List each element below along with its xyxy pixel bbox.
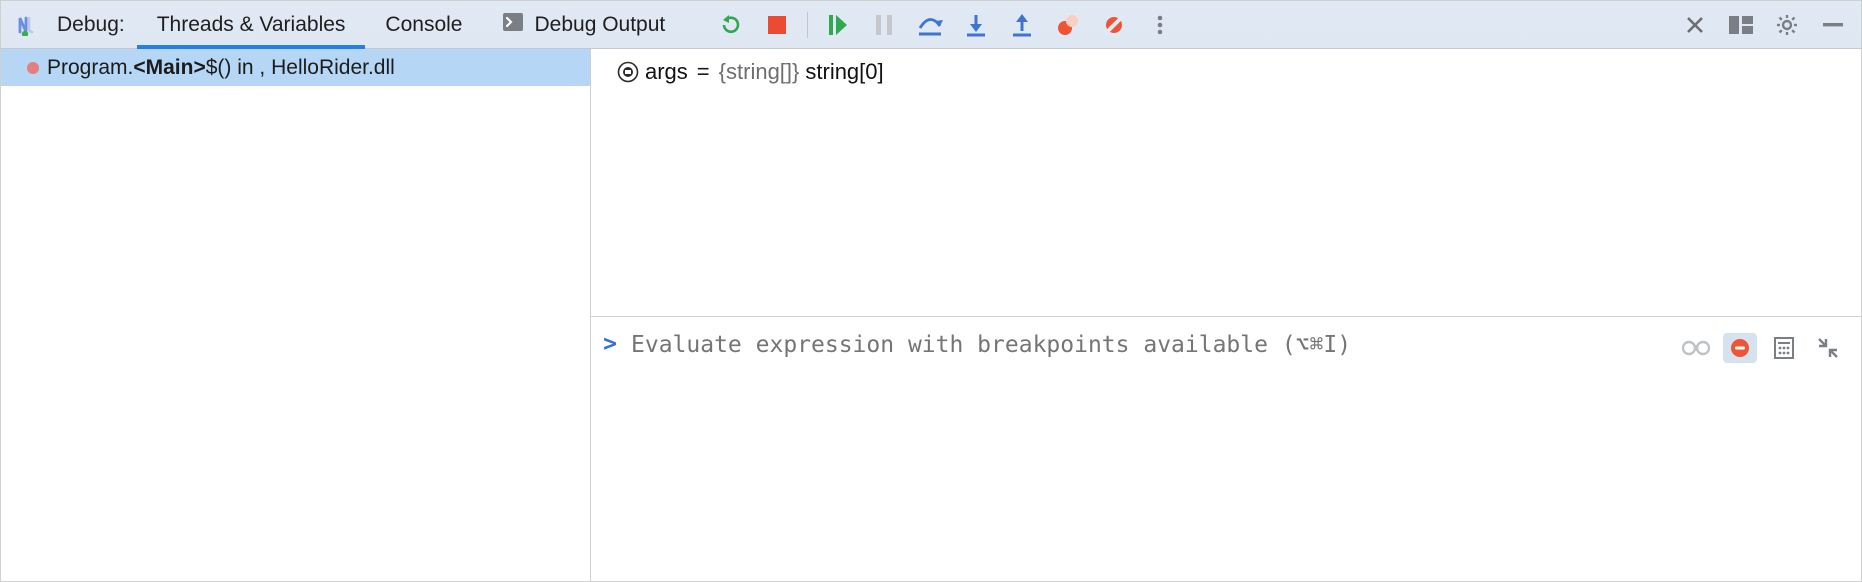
evaluate-panel: > bbox=[591, 317, 1861, 581]
variables-panel[interactable]: args = {string[]} string[0] bbox=[591, 49, 1861, 317]
evaluate-prompt: > bbox=[601, 331, 619, 357]
evaluate-breakpoint-icon[interactable] bbox=[1723, 333, 1757, 363]
left-tabs: Debug: Threads & Variables Console Debug… bbox=[11, 1, 685, 48]
mute-breakpoints-button[interactable] bbox=[1094, 1, 1134, 48]
debug-label: Debug: bbox=[51, 13, 137, 37]
tab-console[interactable]: Console bbox=[365, 1, 482, 48]
glasses-icon[interactable] bbox=[1679, 333, 1713, 363]
frame-text: Program.<Main>$() in , HelloRider.dll bbox=[47, 56, 395, 80]
breakpoint-dot-icon bbox=[27, 62, 39, 74]
frame-row[interactable]: Program.<Main>$() in , HelloRider.dll bbox=[1, 49, 590, 86]
right-pane: args = {string[]} string[0] > bbox=[591, 49, 1861, 581]
frame-assembly: HelloRider.dll bbox=[271, 56, 395, 79]
collapse-icon[interactable] bbox=[1811, 333, 1845, 363]
resume-button[interactable] bbox=[818, 1, 858, 48]
debug-main: Program.<Main>$() in , HelloRider.dll ar… bbox=[1, 49, 1861, 581]
gear-icon[interactable] bbox=[1767, 1, 1807, 48]
debug-toolbar: Debug: Threads & Variables Console Debug… bbox=[1, 1, 1861, 49]
view-breakpoints-button[interactable] bbox=[1048, 1, 1088, 48]
rerun-button[interactable] bbox=[711, 1, 751, 48]
frame-method: <Main> bbox=[133, 56, 205, 79]
tab-threads-variables[interactable]: Threads & Variables bbox=[137, 1, 366, 48]
variable-row[interactable]: args = {string[]} string[0] bbox=[617, 59, 1845, 85]
more-actions-button[interactable] bbox=[1140, 1, 1180, 48]
variable-value: string[0] bbox=[805, 59, 883, 85]
layout-settings-icon[interactable] bbox=[1721, 1, 1761, 48]
tab-debug-output-label: Debug Output bbox=[534, 13, 665, 37]
close-icon[interactable] bbox=[1675, 1, 1715, 48]
step-over-button[interactable] bbox=[910, 1, 950, 48]
pause-button bbox=[864, 1, 904, 48]
evaluate-input[interactable] bbox=[629, 331, 1669, 359]
calculator-icon[interactable] bbox=[1767, 333, 1801, 363]
tab-debug-output[interactable]: Debug Output bbox=[482, 1, 685, 48]
stop-button[interactable] bbox=[757, 1, 797, 48]
terminal-icon bbox=[502, 12, 524, 38]
variable-eq: = bbox=[694, 59, 713, 85]
step-into-button[interactable] bbox=[956, 1, 996, 48]
hide-icon[interactable] bbox=[1813, 1, 1853, 48]
frame-suffix: $() in , bbox=[206, 56, 271, 79]
variable-type: {string[]} bbox=[719, 59, 800, 85]
step-out-button[interactable] bbox=[1002, 1, 1042, 48]
dotnet-icon[interactable] bbox=[11, 1, 51, 48]
parameter-icon bbox=[617, 61, 639, 83]
variable-name: args bbox=[645, 59, 688, 85]
evaluate-icons bbox=[1679, 333, 1845, 363]
toolbar-separator bbox=[807, 12, 808, 38]
frame-class: Program. bbox=[47, 56, 133, 79]
frames-panel[interactable]: Program.<Main>$() in , HelloRider.dll bbox=[1, 49, 591, 581]
